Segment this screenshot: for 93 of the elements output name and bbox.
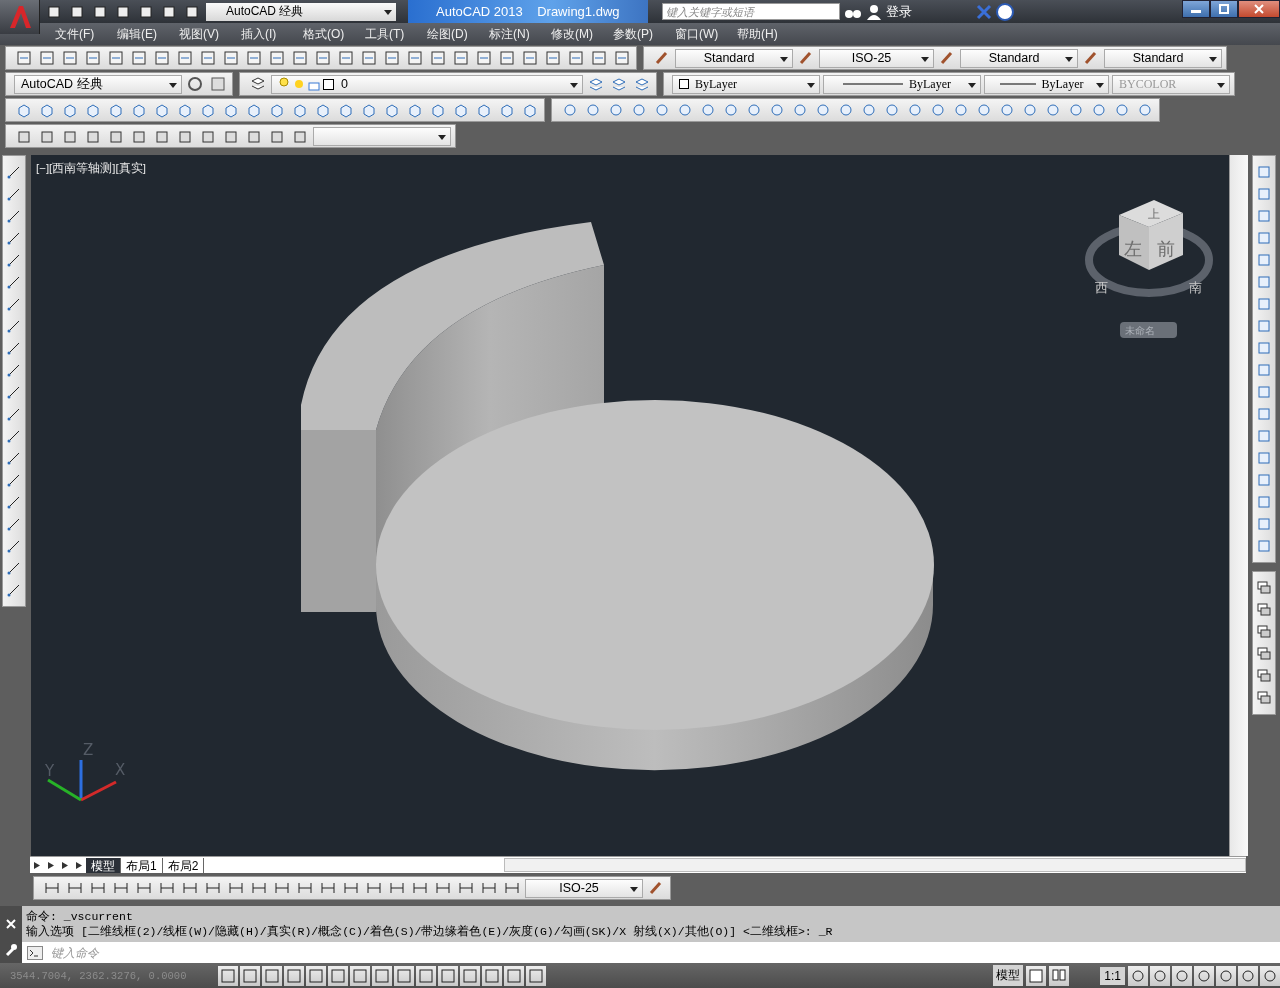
window-title: AutoCAD 2013 Drawing1.dwg [408, 0, 648, 23]
status-toggle-icon[interactable] [306, 965, 326, 986]
status-toggle-icon[interactable] [438, 965, 458, 986]
menu-item[interactable]: 帮助(H) [737, 25, 799, 43]
caret-icon [1209, 56, 1217, 62]
style-dropdown[interactable]: ISO-25 [819, 48, 934, 68]
menu-item[interactable]: 修改(M) [551, 25, 613, 43]
status-toggle-icon[interactable] [284, 965, 304, 986]
viewcube-label[interactable]: 上 [1148, 207, 1160, 221]
lineweight-dropdown[interactable]: ByLayer [984, 74, 1109, 94]
restore-button[interactable] [1210, 0, 1238, 18]
color-dropdown[interactable]: ByLayer [672, 74, 820, 94]
status-toggle-icon[interactable] [1216, 965, 1236, 986]
caret-icon [780, 56, 788, 62]
status-toggle-icon[interactable] [460, 965, 480, 986]
layout-tab[interactable]: 模型 [86, 857, 121, 873]
color-swatch-icon [679, 79, 689, 89]
model-space-label[interactable]: 模型 [993, 965, 1024, 986]
caret-icon [921, 56, 929, 62]
ucs-menu-background[interactable] [1120, 322, 1177, 338]
menu-item[interactable]: 绘图(D) [427, 25, 489, 43]
menu-item[interactable]: 标注(N) [489, 25, 551, 43]
style-dropdown[interactable]: Standard [1104, 48, 1222, 68]
status-toggle-icon[interactable] [1194, 965, 1214, 986]
caret-icon [968, 82, 976, 88]
annotation-scale[interactable]: 1:1 [1100, 966, 1125, 985]
close-icon [1254, 4, 1264, 14]
close-icon[interactable] [5, 918, 17, 931]
command-history-line: 输入选项 [二维线框(2)/线框(W)/隐藏(H)/真实(R)/概念(C)/着色(S)/带边缘着色(E)/灰度(G)/勾画(SK)/X 射线(X)/其他(O)] <二维线框>: _R [26, 924, 834, 939]
line-sample-icon [843, 82, 903, 86]
caret-icon [384, 9, 392, 15]
workspace-dropdown[interactable]: AutoCAD 经典 [14, 74, 182, 94]
caret-icon [807, 82, 815, 88]
dimension-style-dropdown[interactable]: ISO-25 [525, 878, 643, 898]
status-toggle-icon[interactable] [504, 965, 524, 986]
status-toggle-icon[interactable] [416, 965, 436, 986]
wrench-icon[interactable] [4, 942, 18, 957]
color-swatch-icon [323, 78, 334, 90]
view-dropdown[interactable] [313, 126, 451, 146]
compass-label[interactable]: 南 [1189, 280, 1202, 295]
workspace-dropdown[interactable]: AutoCAD 经典 [206, 2, 396, 21]
menu-item[interactable]: 工具(T) [365, 25, 427, 43]
caret-icon [1096, 82, 1104, 88]
status-toggle-icon[interactable] [1172, 965, 1192, 986]
status-toggle-icon[interactable] [372, 965, 392, 986]
restore-icon [1219, 4, 1229, 14]
menu-item[interactable]: 编辑(E) [117, 25, 179, 43]
status-toggle-icon[interactable] [1128, 965, 1148, 986]
menu-item[interactable]: 文件(F) [55, 25, 117, 43]
viewport-label[interactable]: [−][西南等轴测][真实] [36, 161, 146, 176]
caret-icon [1065, 56, 1073, 62]
status-toggle-icon[interactable] [350, 965, 370, 986]
status-toggle-icon[interactable] [218, 965, 238, 986]
layer-name: 0 [341, 77, 348, 91]
status-toggle-icon[interactable] [1150, 965, 1170, 986]
status-toggle-icon[interactable] [262, 965, 282, 986]
status-toggle-icon[interactable] [328, 965, 348, 986]
command-history-line: 命令: _vscurrent [26, 909, 134, 924]
sign-in-link[interactable]: 登录 [886, 2, 912, 21]
layout-icon[interactable] [1049, 965, 1070, 986]
horizontal-scrollbar[interactable] [504, 858, 1246, 872]
status-toggle-icon[interactable] [1260, 965, 1280, 986]
sun-icon [293, 77, 305, 91]
layout-icon[interactable] [1026, 965, 1047, 986]
command-prompt-icon [27, 945, 43, 960]
menu-item[interactable]: 插入(I) [241, 25, 303, 43]
user-icon[interactable] [866, 3, 882, 20]
line-sample-icon [999, 82, 1036, 86]
caret-icon [570, 82, 578, 88]
linetype-dropdown[interactable]: ByLayer [823, 74, 981, 94]
menu-item[interactable]: 格式(O) [303, 25, 365, 43]
search-field[interactable]: 键入关键字或短语 [662, 3, 840, 20]
menu-item[interactable]: 参数(P) [613, 25, 675, 43]
caret-icon [630, 886, 638, 892]
status-toggle-icon[interactable] [240, 965, 260, 986]
status-toggle-icon[interactable] [482, 965, 502, 986]
minimize-button[interactable] [1182, 0, 1210, 18]
style-dropdown[interactable]: Standard [675, 48, 793, 68]
caret-icon [169, 82, 177, 88]
caret-icon [438, 134, 446, 140]
style-dropdown[interactable]: Standard [960, 48, 1078, 68]
layer-dropdown[interactable]: 0 [271, 74, 583, 94]
status-toggle-icon[interactable] [526, 965, 546, 986]
ucs-axes-icon [47, 760, 117, 802]
menu-item[interactable]: 视图(V) [179, 25, 241, 43]
close-button[interactable] [1238, 0, 1280, 18]
compass-label[interactable]: 西 [1095, 280, 1108, 295]
viewcube-drawing[interactable] [1085, 200, 1213, 297]
status-toggle-icon[interactable] [394, 965, 414, 986]
status-toggle-icon[interactable] [1238, 965, 1258, 986]
menu-item[interactable]: 窗口(W) [675, 25, 737, 43]
caret-icon [1217, 82, 1225, 88]
vertical-scrollbar[interactable] [1229, 155, 1248, 856]
